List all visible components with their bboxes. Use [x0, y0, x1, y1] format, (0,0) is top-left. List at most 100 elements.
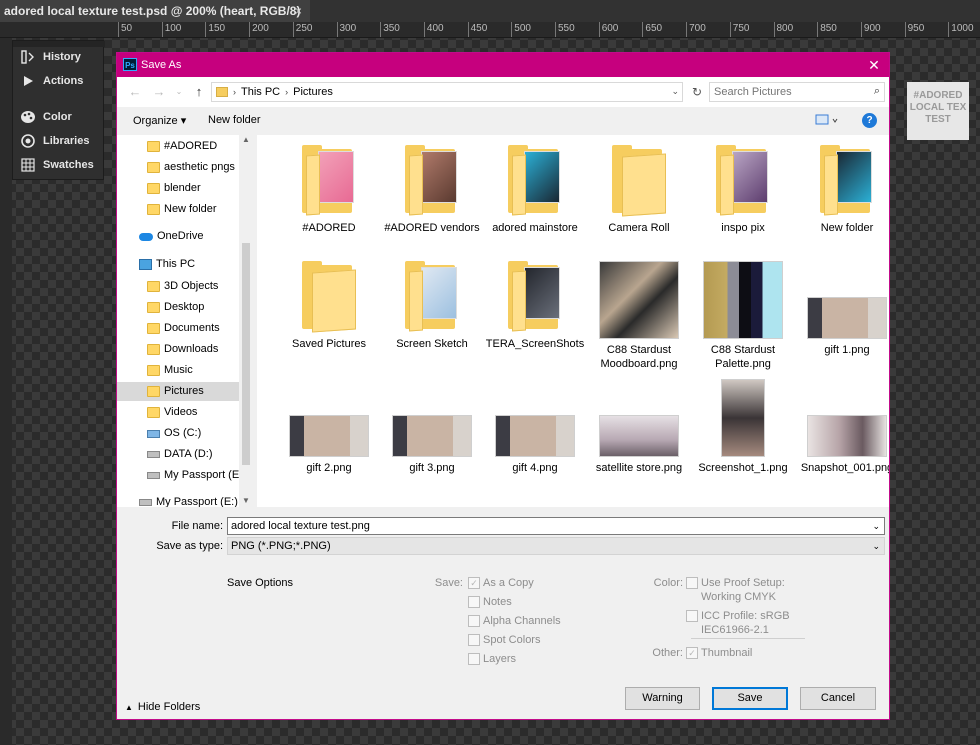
history-icon	[19, 49, 37, 65]
nav-item-label: OneDrive	[157, 230, 204, 242]
checkbox-box[interactable]	[686, 610, 698, 622]
ruler-tick: 250	[292, 22, 312, 37]
chevron-down-icon[interactable]: ⌄	[872, 518, 880, 534]
image-thumbnail	[703, 379, 783, 457]
folder-item[interactable]: New folder	[797, 145, 889, 235]
caret-up-icon: ▲	[125, 702, 133, 712]
document-tab[interactable]: adored local texture test.psd @ 200% (he…	[0, 0, 310, 22]
breadcrumb-pictures[interactable]: Pictures	[293, 86, 333, 98]
organize-button[interactable]: Organize ▾	[133, 114, 186, 127]
search-box[interactable]: ⌕	[709, 82, 885, 102]
nav-item-pc-8[interactable]: DATA (D:)	[147, 445, 212, 464]
folder-item[interactable]: Camera Roll	[589, 145, 689, 235]
warning-button[interactable]: Warning	[625, 687, 700, 710]
hide-folders-toggle[interactable]: ▲ Hide Folders	[125, 701, 200, 713]
refresh-icon[interactable]: ↻	[687, 82, 707, 102]
thumbnail-checkbox[interactable]: ✓ Thumbnail	[686, 647, 752, 659]
nav-item-quick-1[interactable]: aesthetic pngs	[147, 158, 235, 177]
save-button[interactable]: Save	[712, 687, 788, 710]
address-dropdown-icon[interactable]: ⌄	[671, 86, 679, 97]
image-file-item[interactable]: C88 Stardust Moodboard.png	[589, 261, 689, 371]
folder-item[interactable]: adored mainstore	[485, 145, 585, 235]
checkbox-box[interactable]	[468, 653, 480, 665]
image-file-item[interactable]: C88 Stardust Palette.png	[693, 261, 793, 371]
save-option-checkbox[interactable]: ✓ As a Copy	[468, 577, 534, 589]
recent-dropdown-icon[interactable]: ⌄	[171, 84, 187, 100]
tab-close-icon[interactable]: ×	[295, 0, 302, 22]
search-icon[interactable]: ⌕	[874, 85, 880, 98]
nav-item-pc-2[interactable]: Documents	[147, 319, 220, 338]
back-arrow-icon[interactable]: ←	[127, 84, 143, 100]
use-proof-setup-checkbox[interactable]: Use Proof Setup:	[686, 577, 785, 589]
image-thumbnail	[289, 379, 369, 457]
swatches-panel-button[interactable]: Swatches	[19, 155, 103, 175]
nav-item-pc-0[interactable]: 3D Objects	[147, 277, 218, 296]
breadcrumb-this-pc[interactable]: This PC	[241, 86, 280, 98]
nav-item-pc-5[interactable]: Pictures	[117, 382, 239, 401]
image-file-item[interactable]: gift 2.png	[279, 379, 379, 475]
folder-item[interactable]: Screen Sketch	[382, 261, 482, 351]
nav-item-quick-0[interactable]: #ADORED	[147, 137, 217, 156]
save-option-checkbox[interactable]: Alpha Channels	[468, 615, 561, 627]
new-folder-button[interactable]: New folder	[208, 114, 261, 126]
dialog-titlebar[interactable]: Ps Save As ✕	[117, 53, 889, 77]
folder-item[interactable]: TERA_ScreenShots	[485, 261, 585, 351]
save-options-heading: Save Options	[227, 577, 294, 589]
scroll-up-icon[interactable]: ▲	[242, 135, 250, 144]
nav-item-label: My Passport (E:)	[164, 469, 246, 481]
chevron-down-icon[interactable]: ⌄	[872, 538, 880, 554]
checkbox-box[interactable]: ✓	[686, 647, 698, 659]
image-file-item[interactable]: Screenshot_1.png	[693, 379, 793, 475]
actions-panel-button[interactable]: Actions	[19, 71, 103, 91]
scroll-thumb[interactable]	[242, 243, 250, 465]
checkbox-box[interactable]	[468, 596, 480, 608]
image-file-item[interactable]: gift 4.png	[485, 379, 585, 475]
nav-item-pc-4[interactable]: Music	[147, 361, 193, 380]
help-icon[interactable]: ?	[862, 113, 877, 128]
save-option-checkbox[interactable]: Spot Colors	[468, 634, 540, 646]
nav-item-quick-3[interactable]: New folder	[147, 200, 217, 219]
forward-arrow-icon[interactable]: →	[151, 84, 167, 100]
save-option-checkbox[interactable]: Notes	[468, 596, 512, 608]
save-option-checkbox[interactable]: Layers	[468, 653, 516, 665]
nav-item-this-pc[interactable]: This PC	[139, 255, 195, 274]
close-icon[interactable]: ✕	[863, 53, 885, 77]
libraries-panel-button[interactable]: Libraries	[19, 131, 103, 151]
preview-line: TEST	[925, 114, 951, 125]
folder-item[interactable]: inspo pix	[693, 145, 793, 235]
folder-item[interactable]: #ADORED	[279, 145, 379, 235]
nav-item-pc-6[interactable]: Videos	[147, 403, 197, 422]
folder-item[interactable]: #ADORED vendors	[382, 145, 482, 235]
folder-item[interactable]: Saved Pictures	[279, 261, 379, 351]
nav-item-passport[interactable]: My Passport (E:)	[139, 493, 238, 507]
search-input[interactable]	[710, 83, 860, 101]
nav-item-pc-1[interactable]: Desktop	[147, 298, 204, 317]
nav-scrollbar[interactable]: ▲ ▼	[239, 135, 253, 507]
checkbox-box[interactable]	[468, 634, 480, 646]
scroll-down-icon[interactable]: ▼	[242, 496, 250, 505]
image-file-item[interactable]: gift 1.png	[797, 261, 889, 357]
nav-item-pc-9[interactable]: My Passport (E:)	[147, 466, 246, 485]
view-options-icon[interactable]	[815, 113, 841, 129]
image-file-item[interactable]: satellite store.png	[589, 379, 689, 475]
nav-item-pc-3[interactable]: Downloads	[147, 340, 218, 359]
color-panel-button[interactable]: Color	[19, 107, 103, 127]
nav-item-label: Documents	[164, 322, 220, 334]
checkbox-box[interactable]	[468, 615, 480, 627]
image-file-item[interactable]: gift 3.png	[382, 379, 482, 475]
checkbox-box[interactable]	[686, 577, 698, 589]
icc-profile-checkbox[interactable]: ICC Profile: sRGB	[686, 610, 790, 622]
horizontal-ruler: 50 100 150 200 250 300 350 400 450 500 550 600 650 70…	[0, 22, 980, 38]
address-bar[interactable]: › This PC › Pictures ⌄	[211, 82, 683, 102]
checkbox-box[interactable]: ✓	[468, 577, 480, 589]
up-arrow-icon[interactable]: ↑	[191, 84, 207, 100]
image-file-item[interactable]: Snapshot_001.png	[797, 379, 889, 475]
cancel-button[interactable]: Cancel	[800, 687, 876, 710]
save-as-type-select[interactable]: PNG (*.PNG;*.PNG) ⌄	[227, 537, 885, 555]
nav-item-onedrive[interactable]: OneDrive	[139, 227, 203, 246]
nav-item-pc-7[interactable]: OS (C:)	[147, 424, 201, 443]
nav-item-quick-2[interactable]: blender	[147, 179, 201, 198]
history-panel-button[interactable]: History	[19, 47, 103, 67]
file-name-input[interactable]: adored local texture test.png ⌄	[227, 517, 885, 535]
file-label: #ADORED	[302, 222, 356, 234]
